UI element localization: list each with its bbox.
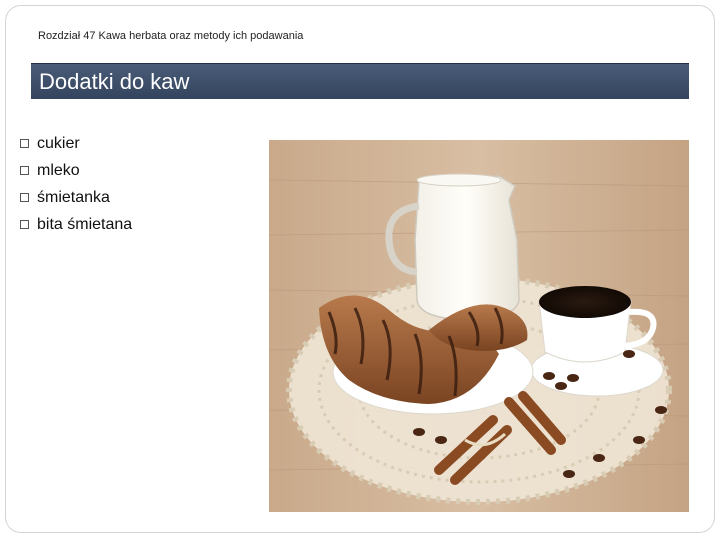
coffee-photo <box>269 140 689 512</box>
bullet-label: cukier <box>37 134 80 152</box>
chapter-heading: Rozdział 47 Kawa herbata oraz metody ich… <box>38 30 304 42</box>
slide-title: Dodatki do kaw <box>39 69 190 94</box>
list-item: mleko <box>20 157 132 184</box>
bullet-label: śmietanka <box>37 188 110 206</box>
bullet-label: mleko <box>37 161 80 179</box>
bullet-icon <box>20 139 29 148</box>
bullet-icon <box>20 220 29 229</box>
bullet-icon <box>20 193 29 202</box>
list-item: cukier <box>20 130 132 157</box>
list-item: bita śmietana <box>20 211 132 238</box>
list-item: śmietanka <box>20 184 132 211</box>
title-bar: Dodatki do kaw <box>31 63 689 99</box>
bullet-label: bita śmietana <box>37 215 133 233</box>
bullet-icon <box>20 166 29 175</box>
bullet-list: cukier mleko śmietanka bita śmietana <box>20 130 132 238</box>
